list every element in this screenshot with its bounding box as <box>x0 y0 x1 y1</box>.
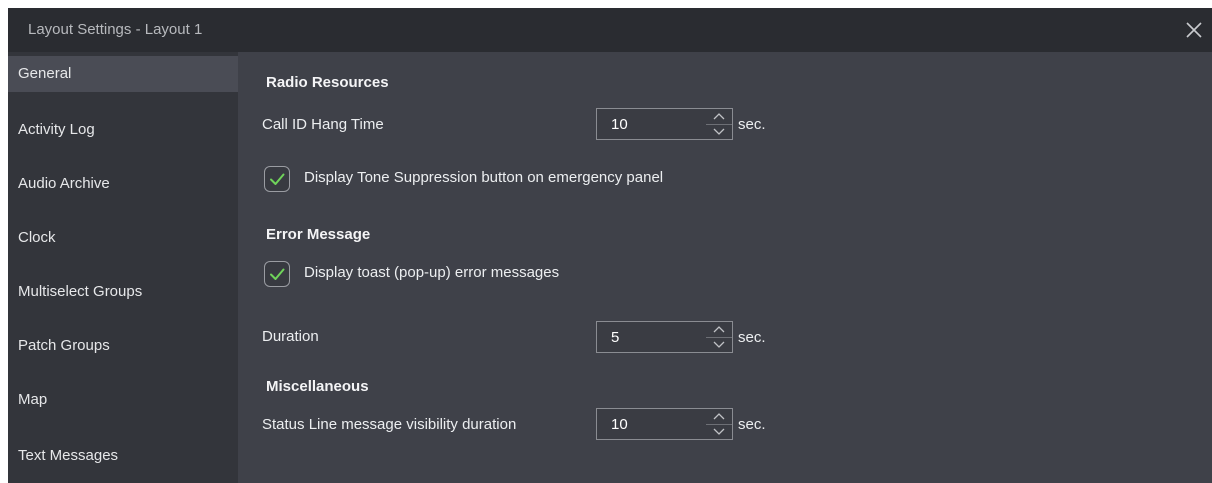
sidebar-item-text-messages[interactable]: Text Messages <box>8 438 238 474</box>
duration-spinbox: 5 <box>596 321 734 353</box>
status-line-duration-spinbox: 10 <box>596 408 734 440</box>
decrement-button[interactable] <box>706 124 732 139</box>
duration-input[interactable]: 5 <box>596 321 708 353</box>
toast-error-option: Display toast (pop-up) error messages <box>264 261 664 289</box>
sidebar-item-patch-groups[interactable]: Patch Groups <box>8 328 238 364</box>
decrement-button[interactable] <box>706 424 732 439</box>
spinbox-value: 5 <box>611 329 620 346</box>
chevron-down-icon <box>713 428 725 435</box>
status-line-duration-input[interactable]: 10 <box>596 408 708 440</box>
sidebar-item-activity-log[interactable]: Activity Log <box>8 112 238 148</box>
call-id-hang-time-label: Call ID Hang Time <box>262 116 384 133</box>
sidebar-item-label: Clock <box>18 229 56 246</box>
spinbox-arrows <box>706 321 733 353</box>
tone-suppression-option: Display Tone Suppression button on emerg… <box>264 166 784 194</box>
close-button[interactable] <box>1176 8 1212 52</box>
sidebar-item-clock[interactable]: Clock <box>8 220 238 256</box>
chevron-up-icon <box>713 113 725 120</box>
sidebar-item-label: Patch Groups <box>18 337 110 354</box>
status-line-duration-label: Status Line message visibility duration <box>262 416 517 433</box>
settings-content: Radio Resources Call ID Hang Time 10 sec… <box>238 52 1212 483</box>
settings-sidebar: General Activity Log Audio Archive Clock… <box>8 52 238 483</box>
title-bar: Layout Settings - Layout 1 <box>8 8 1212 52</box>
spinbox-value: 10 <box>611 416 628 433</box>
duration-label: Duration <box>262 328 319 345</box>
sidebar-item-label: Text Messages <box>18 447 119 464</box>
status-line-duration-unit: sec. <box>738 416 766 433</box>
chevron-down-icon <box>713 128 725 135</box>
sidebar-item-label: General <box>18 65 72 82</box>
chevron-up-icon <box>713 326 725 333</box>
chevron-down-icon <box>713 341 725 348</box>
spinbox-arrows <box>706 108 733 140</box>
checkmark-icon <box>270 173 285 185</box>
sidebar-item-audio-archive[interactable]: Audio Archive <box>8 166 238 202</box>
duration-unit: sec. <box>738 329 766 346</box>
tone-suppression-checkbox[interactable] <box>264 166 290 192</box>
call-id-hang-time-input[interactable]: 10 <box>596 108 708 140</box>
increment-button[interactable] <box>706 322 732 338</box>
dialog-title: Layout Settings - Layout 1 <box>28 21 203 38</box>
sidebar-item-label: Activity Log <box>18 121 95 138</box>
increment-button[interactable] <box>706 109 732 125</box>
section-heading-radio-resources: Radio Resources <box>266 74 389 91</box>
tone-suppression-label: Display Tone Suppression button on emerg… <box>304 169 664 186</box>
chevron-up-icon <box>713 413 725 420</box>
sidebar-item-label: Audio Archive <box>18 175 110 192</box>
increment-button[interactable] <box>706 409 732 425</box>
sidebar-item-map[interactable]: Map <box>8 382 238 418</box>
sidebar-item-general[interactable]: General <box>8 56 238 92</box>
layout-settings-dialog: Layout Settings - Layout 1 General Activ… <box>8 8 1212 483</box>
section-heading-error-message: Error Message <box>266 226 371 243</box>
spinbox-arrows <box>706 408 733 440</box>
call-id-hang-time-unit: sec. <box>738 116 766 133</box>
section-heading-miscellaneous: Miscellaneous <box>266 378 369 395</box>
decrement-button[interactable] <box>706 337 732 352</box>
toast-error-label: Display toast (pop-up) error messages <box>304 264 560 281</box>
spinbox-value: 10 <box>611 116 628 133</box>
checkmark-icon <box>270 268 285 280</box>
sidebar-item-label: Map <box>18 391 48 408</box>
call-id-hang-time-spinbox: 10 <box>596 108 734 140</box>
sidebar-item-multiselect-groups[interactable]: Multiselect Groups <box>8 274 238 310</box>
sidebar-item-label: Multiselect Groups <box>18 283 143 300</box>
close-icon <box>1186 22 1202 38</box>
toast-error-checkbox[interactable] <box>264 261 290 287</box>
